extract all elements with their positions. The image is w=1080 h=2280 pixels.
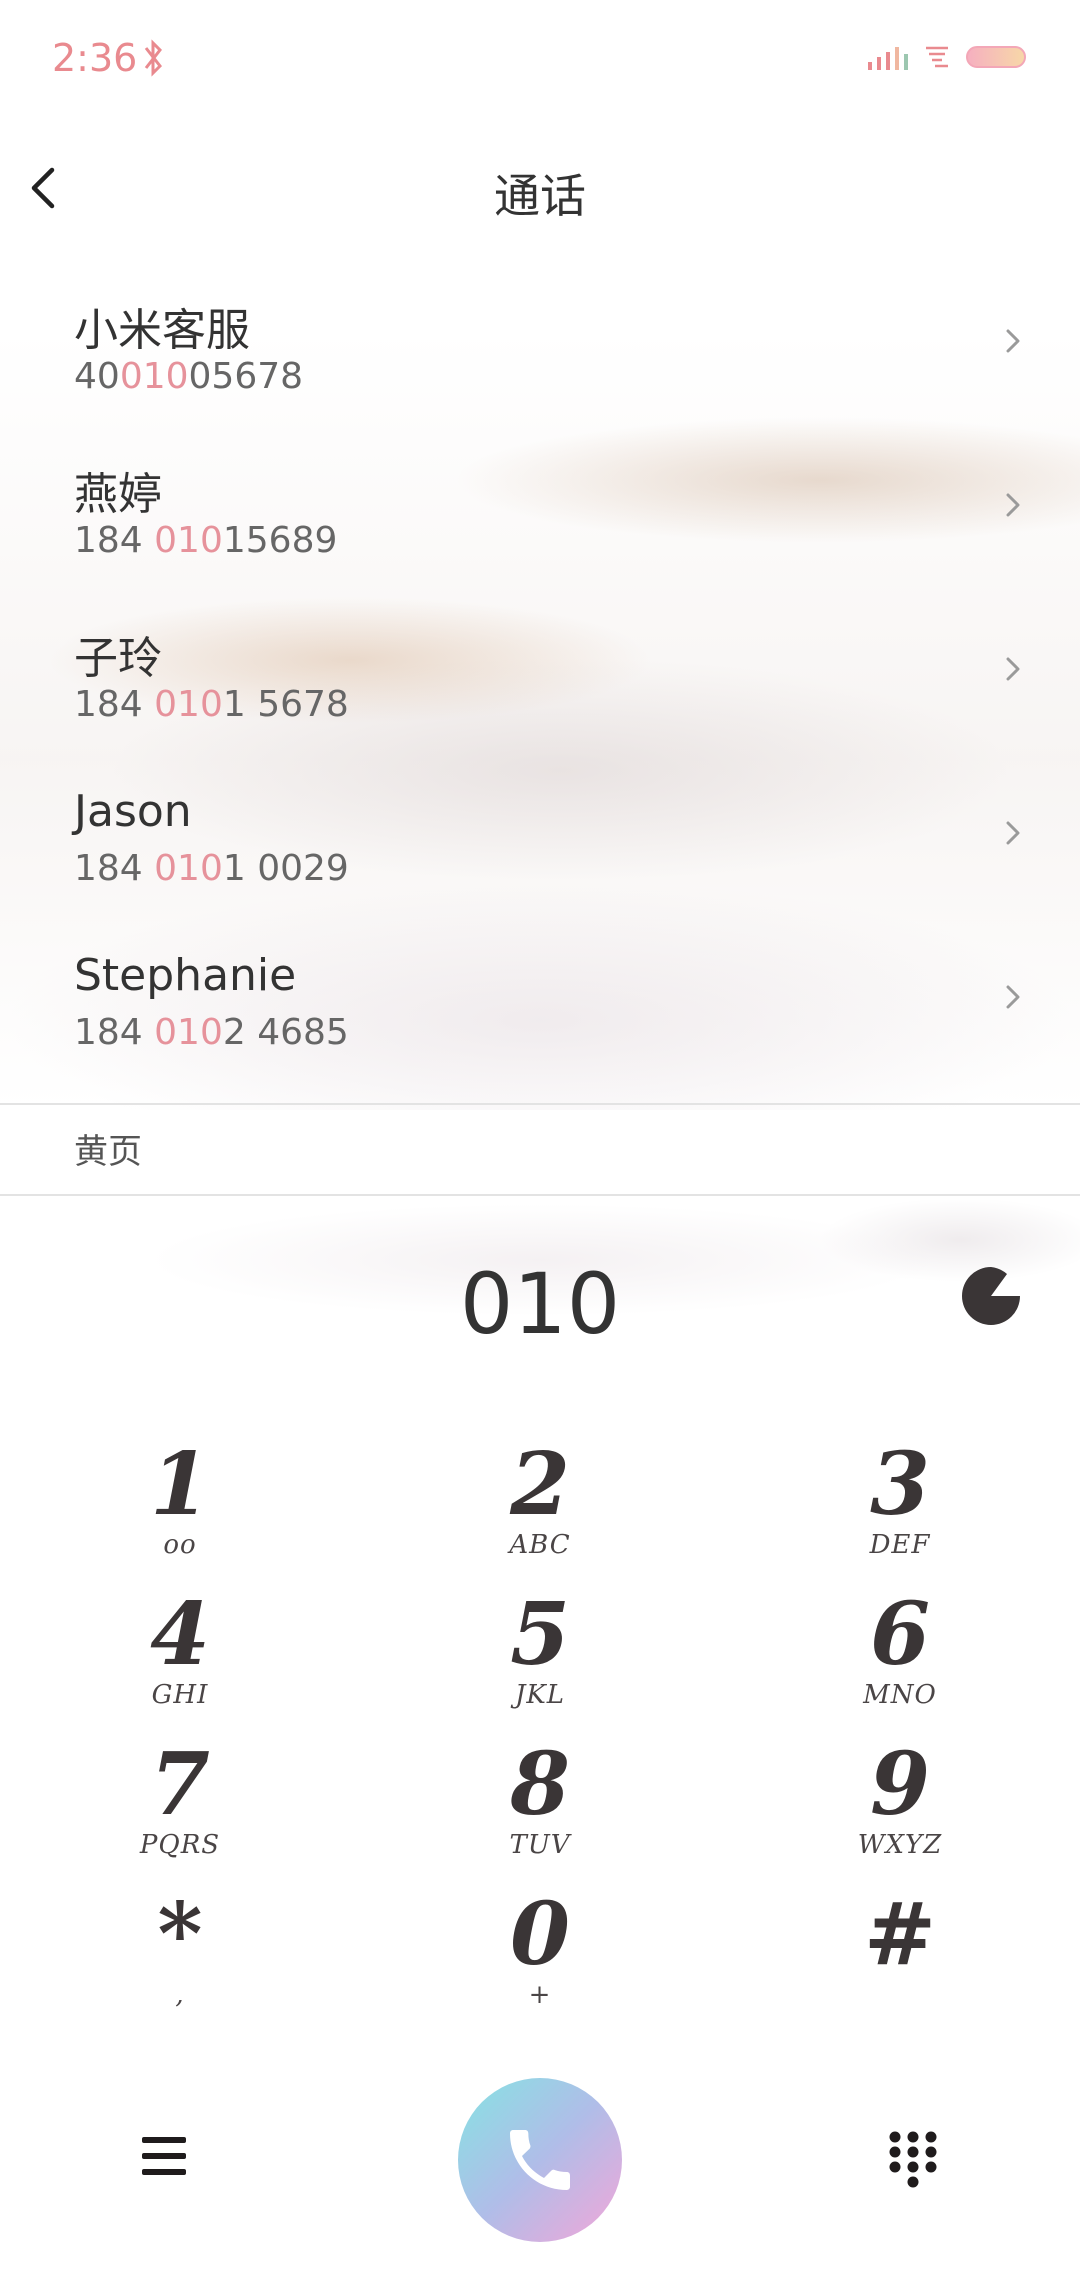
key-6[interactable]: 6 MNO xyxy=(780,1590,1020,1740)
key-5[interactable]: 5 JKL xyxy=(420,1590,660,1740)
key-digit: 7 xyxy=(150,1734,210,1835)
contact-item[interactable]: Stephanie 184 0102 4685 xyxy=(0,936,1080,1100)
key-0[interactable]: 0 + xyxy=(420,1890,660,2040)
bluetooth-icon xyxy=(144,39,162,77)
status-bar: 2:36 xyxy=(0,0,1080,120)
key-hash[interactable]: # xyxy=(780,1890,1020,2040)
key-3[interactable]: 3 DEF xyxy=(780,1440,1020,1590)
divider xyxy=(0,1194,1080,1196)
key-letters: TUV xyxy=(509,1830,571,1860)
hamburger-menu-icon[interactable] xyxy=(140,2134,188,2178)
key-digit: 0 xyxy=(510,1884,570,1985)
chevron-right-icon xyxy=(1006,657,1020,681)
key-letters: , xyxy=(175,1980,185,2010)
dialpad-icon[interactable] xyxy=(888,2130,938,2188)
contact-item[interactable]: 子玲 184 0101 5678 xyxy=(0,608,1080,772)
delete-icon[interactable] xyxy=(960,1265,1022,1327)
header: 通话 xyxy=(0,140,1080,240)
divider xyxy=(0,1103,1080,1105)
battery-icon xyxy=(966,46,1026,68)
key-2[interactable]: 2 ABC xyxy=(420,1440,660,1590)
key-letters: + xyxy=(528,1980,552,2010)
key-1[interactable]: 1 ᴏᴏ xyxy=(60,1440,300,1590)
chevron-right-icon xyxy=(1006,985,1020,1009)
key-9[interactable]: 9 WXYZ xyxy=(780,1740,1020,1890)
key-digit: 5 xyxy=(510,1584,570,1685)
contact-item[interactable]: 小米客服 4001005678 xyxy=(0,280,1080,444)
key-letters: PQRS xyxy=(139,1830,221,1860)
contact-name: 小米客服 xyxy=(74,305,250,356)
contact-number: 184 0101 0029 xyxy=(74,848,349,889)
key-star[interactable]: * , xyxy=(60,1890,300,2040)
key-letters: ABC xyxy=(509,1530,571,1560)
key-digit: 3 xyxy=(870,1434,930,1535)
contact-name: 子玲 xyxy=(74,633,162,684)
contact-item[interactable]: Jason 184 0101 0029 xyxy=(0,772,1080,936)
key-digit: 8 xyxy=(510,1734,570,1835)
contact-number: 184 0102 4685 xyxy=(74,1012,349,1053)
contact-list: 小米客服 4001005678 燕婷 184 01015689 子玲 184 0… xyxy=(0,280,1080,1100)
voicemail-icon: ᴏᴏ xyxy=(163,1530,197,1560)
key-letters: MNO xyxy=(863,1680,937,1710)
chevron-right-icon xyxy=(1006,493,1020,517)
dial-keypad: 1 ᴏᴏ 2 ABC 3 DEF 4 GHI 5 JKL 6 MNO 7 PQR… xyxy=(0,1440,1080,2040)
key-letters: GHI xyxy=(151,1680,209,1710)
key-8[interactable]: 8 TUV xyxy=(420,1740,660,1890)
key-digit: 6 xyxy=(870,1584,930,1685)
key-digit: 4 xyxy=(150,1584,210,1685)
call-button[interactable] xyxy=(458,2078,622,2242)
key-letters: DEF xyxy=(869,1530,931,1560)
key-digit: 2 xyxy=(510,1434,570,1535)
contact-name: Jason xyxy=(74,786,192,837)
dial-number-display: 010 xyxy=(459,1255,621,1353)
contact-number: 184 01015689 xyxy=(74,520,338,561)
contact-name: Stephanie xyxy=(74,950,297,1001)
yellow-pages-link[interactable]: 黄页 xyxy=(74,1124,142,1173)
chevron-right-icon xyxy=(1006,329,1020,353)
chevron-right-icon xyxy=(1006,821,1020,845)
contact-name: 燕婷 xyxy=(74,469,162,520)
key-digit: * xyxy=(157,1884,203,1985)
page-title: 通话 xyxy=(494,169,586,223)
key-7[interactable]: 7 PQRS xyxy=(60,1740,300,1890)
contact-item[interactable]: 燕婷 184 01015689 xyxy=(0,444,1080,608)
contact-number: 4001005678 xyxy=(74,356,304,397)
status-time: 2:36 xyxy=(52,36,138,80)
key-letters: WXYZ xyxy=(857,1830,943,1860)
phone-icon xyxy=(510,2130,570,2190)
key-digit: # xyxy=(863,1884,937,1985)
key-digit: 1 xyxy=(150,1434,210,1535)
key-letters: JKL xyxy=(514,1680,566,1710)
wifi-icon xyxy=(926,46,948,68)
contact-number: 184 0101 5678 xyxy=(74,684,349,725)
signal-icon xyxy=(868,47,908,70)
key-4[interactable]: 4 GHI xyxy=(60,1590,300,1740)
key-digit: 9 xyxy=(870,1734,930,1835)
